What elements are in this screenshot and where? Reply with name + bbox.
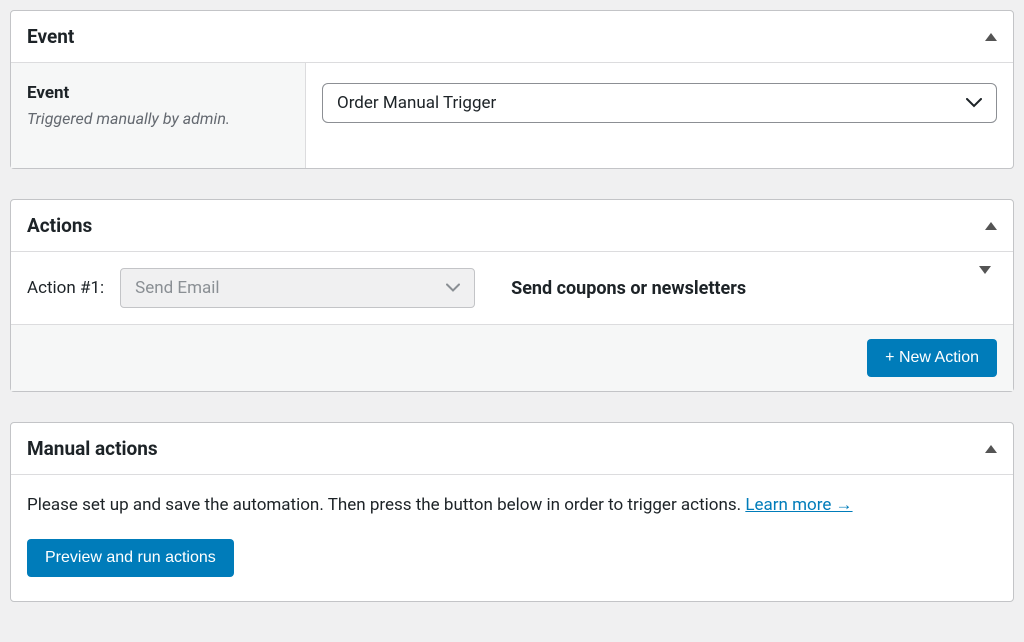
action-type-select[interactable]: Send Email	[120, 268, 475, 308]
event-content: Order Manual Trigger	[306, 63, 1013, 168]
actions-panel: Actions Action #1: Send Email Send coupo…	[10, 199, 1014, 392]
caret-up-icon	[985, 222, 997, 230]
caret-up-icon	[985, 33, 997, 41]
learn-more-link[interactable]: Learn more →	[745, 495, 852, 515]
manual-button-row: Preview and run actions	[27, 539, 997, 577]
event-heading: Event	[27, 25, 74, 48]
action-number-label: Action #1:	[27, 278, 104, 298]
event-select[interactable]: Order Manual Trigger	[322, 83, 997, 123]
actions-heading: Actions	[27, 214, 92, 237]
manual-heading: Manual actions	[27, 437, 158, 460]
manual-panel-header[interactable]: Manual actions	[11, 423, 1013, 475]
event-body: Event Triggered manually by admin. Order…	[11, 63, 1013, 168]
event-panel: Event Event Triggered manually by admin.…	[10, 10, 1014, 169]
manual-actions-panel: Manual actions Please set up and save th…	[10, 422, 1014, 602]
event-panel-header[interactable]: Event	[11, 11, 1013, 63]
event-sidebar: Event Triggered manually by admin.	[11, 63, 306, 168]
actions-panel-header[interactable]: Actions	[11, 200, 1013, 252]
caret-up-icon	[985, 445, 997, 453]
caret-down-icon[interactable]	[979, 266, 991, 274]
manual-instruction-text: Please set up and save the automation. T…	[27, 495, 745, 515]
action-title: Send coupons or newsletters	[511, 278, 746, 299]
actions-footer: + New Action	[11, 325, 1013, 391]
preview-run-button[interactable]: Preview and run actions	[27, 539, 234, 577]
event-field-label: Event	[27, 83, 289, 103]
new-action-button[interactable]: + New Action	[867, 339, 997, 377]
event-select-value: Order Manual Trigger	[337, 93, 496, 113]
manual-instruction-line: Please set up and save the automation. T…	[27, 495, 997, 515]
chevron-down-icon	[966, 98, 982, 108]
action-select-value: Send Email	[135, 278, 219, 298]
action-row: Action #1: Send Email Send coupons or ne…	[11, 252, 1013, 325]
event-description: Triggered manually by admin.	[27, 109, 289, 128]
chevron-down-icon	[446, 284, 460, 293]
manual-body: Please set up and save the automation. T…	[11, 475, 1013, 601]
